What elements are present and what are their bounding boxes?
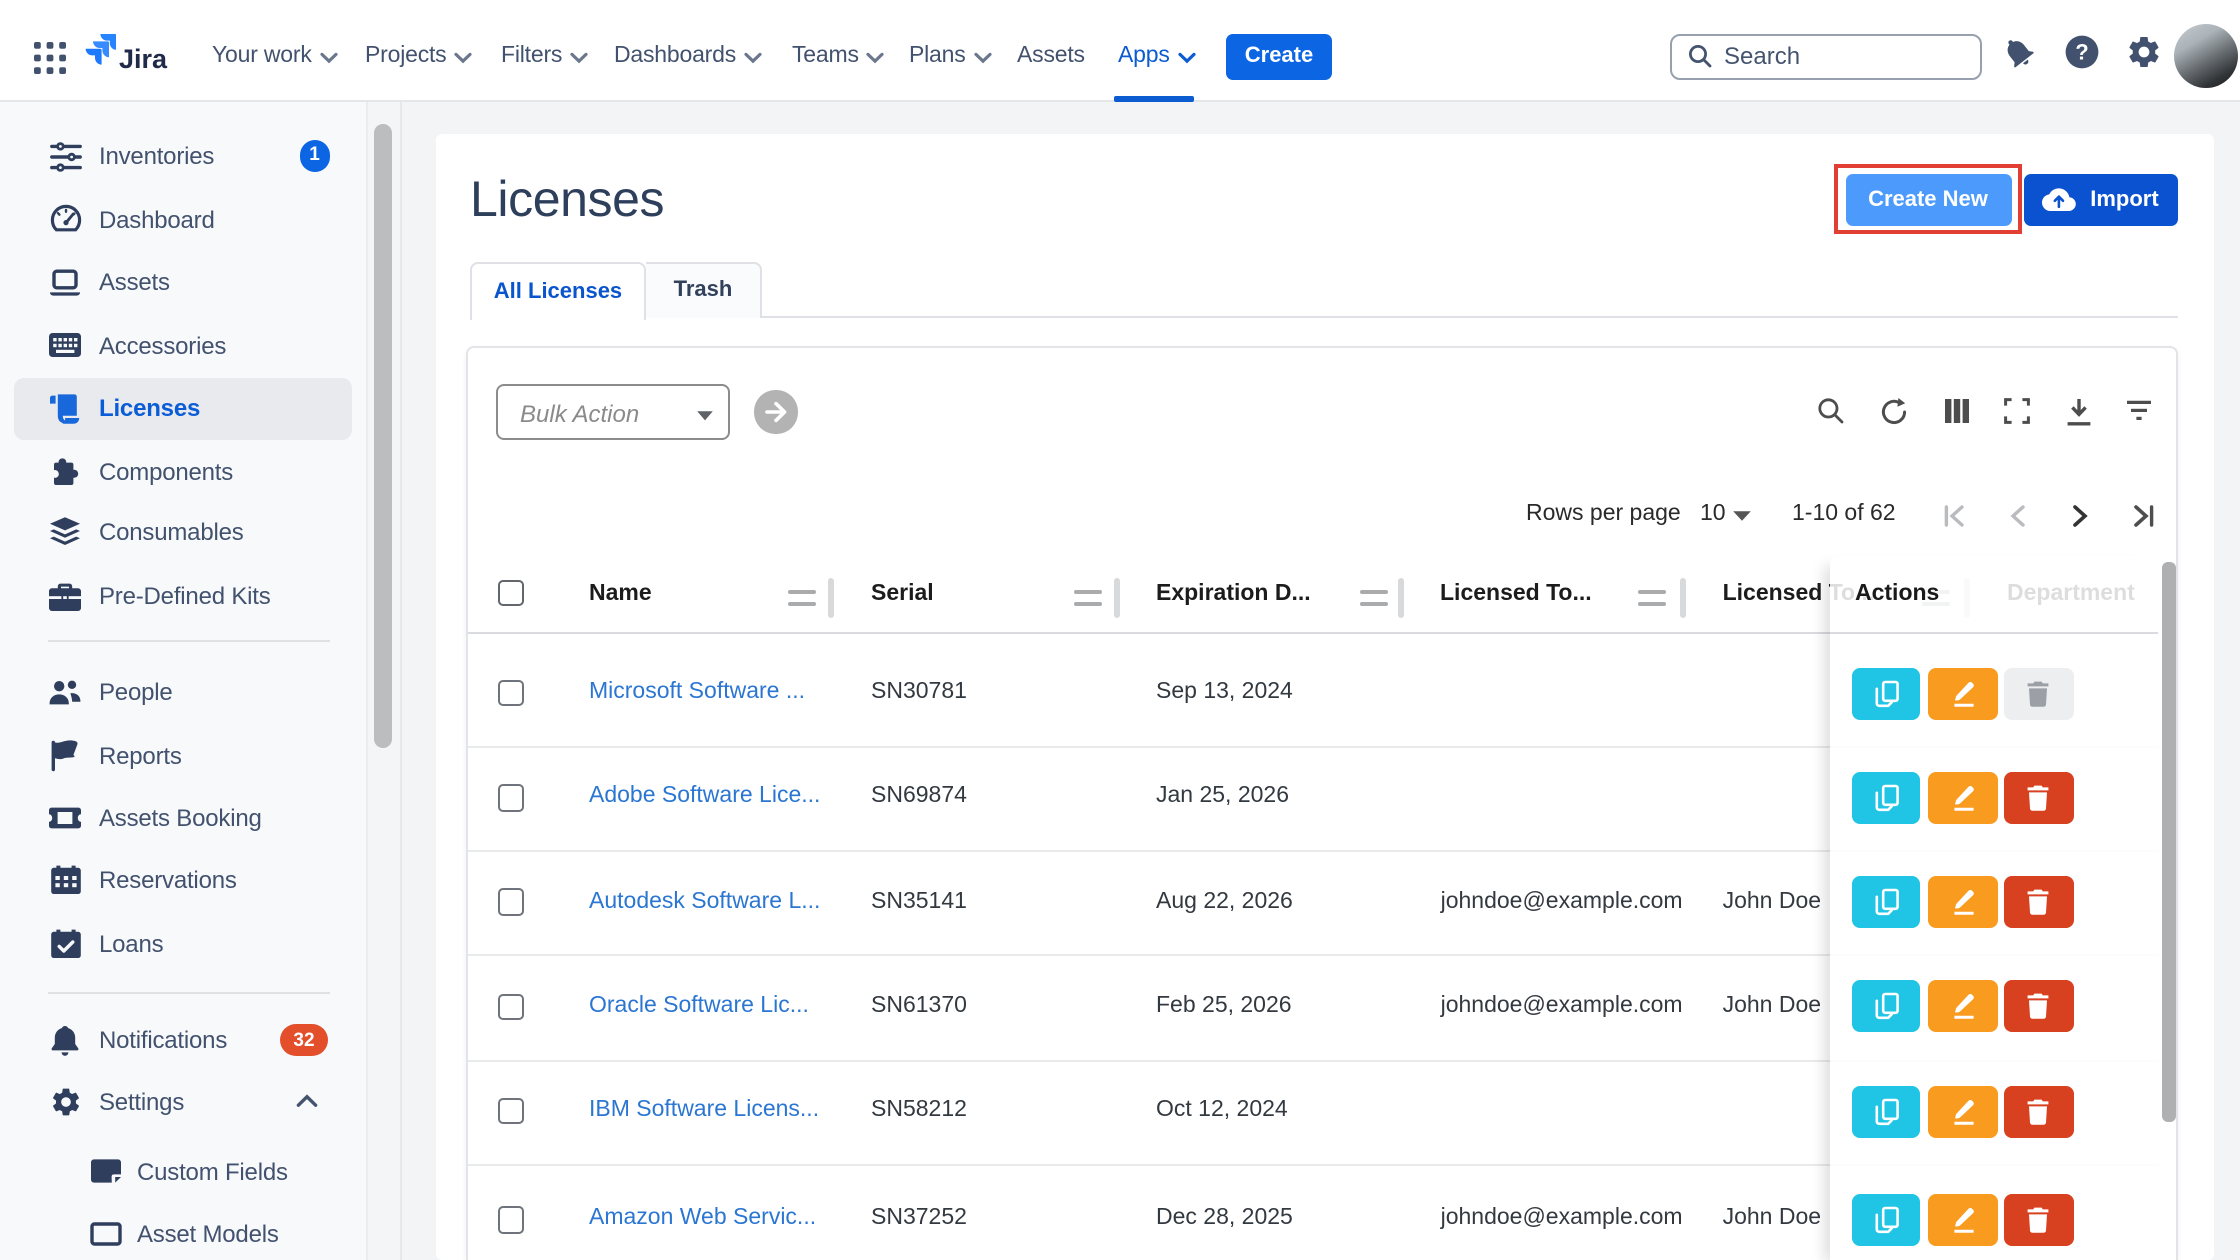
- svg-text:?: ?: [2074, 39, 2087, 64]
